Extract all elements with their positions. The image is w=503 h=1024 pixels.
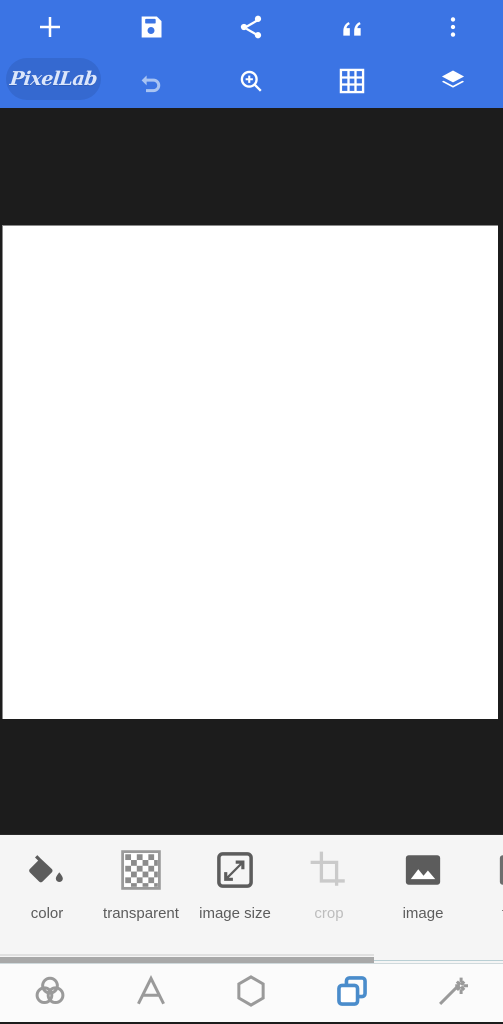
tool-image-size-label: image size — [199, 905, 271, 922]
bottom-navigation — [0, 963, 503, 1024]
tools-scrollbar[interactable] — [0, 956, 503, 963]
quote-icon — [339, 14, 365, 40]
tool-from[interactable]: from — [470, 847, 503, 922]
more-options-button[interactable] — [402, 0, 503, 54]
save-button[interactable] — [101, 0, 202, 54]
crop-icon — [308, 847, 350, 893]
tool-color-label: color — [30, 905, 64, 922]
overflow-menu-icon — [440, 14, 466, 40]
grid-icon — [338, 67, 366, 95]
tool-transparent[interactable]: transparent — [94, 847, 188, 922]
tools-strip[interactable]: color transparent image size crop image — [0, 834, 503, 956]
app-header: PixelLab — [0, 0, 503, 108]
header-row-primary — [0, 0, 503, 54]
layers-squares-icon — [334, 973, 370, 1014]
canvas-stage[interactable] — [0, 108, 503, 834]
plus-icon — [35, 12, 65, 42]
picture-icon — [402, 847, 444, 893]
tool-image-label: image — [402, 905, 444, 922]
resize-arrows-icon — [214, 847, 256, 893]
nav-item-effects[interactable] — [402, 964, 503, 1022]
letter-a-icon — [133, 973, 169, 1014]
tool-image-size[interactable]: image size — [188, 847, 282, 922]
quote-button[interactable] — [302, 0, 403, 54]
pixellab-logo[interactable]: PixelLab — [6, 58, 101, 100]
three-circles-icon — [32, 973, 68, 1014]
tools-row: color transparent image size crop image — [0, 835, 503, 945]
save-floppy-icon — [137, 13, 165, 41]
nav-item-background[interactable] — [302, 964, 403, 1022]
undo-button[interactable] — [101, 54, 202, 108]
tool-transparent-label: transparent — [103, 905, 179, 922]
scrollbar-thumb[interactable] — [0, 957, 374, 963]
share-button[interactable] — [201, 0, 302, 54]
pixellab-logo-label: PixelLab — [8, 68, 99, 90]
nav-item-text[interactable] — [101, 964, 202, 1022]
checkerboard-icon — [120, 847, 162, 893]
add-button[interactable] — [0, 0, 101, 54]
pixellab-editor-screen: PixelLab color transparent image size cr… — [0, 0, 503, 1024]
nav-item-shape[interactable] — [201, 964, 302, 1022]
zoom-in-button[interactable] — [201, 54, 302, 108]
layers-icon — [439, 67, 467, 95]
hexagon-icon — [233, 973, 269, 1014]
paint-bucket-icon — [27, 847, 67, 893]
tool-crop[interactable]: crop — [282, 847, 376, 922]
picture-icon — [496, 847, 503, 893]
scrollbar-rule — [374, 960, 503, 961]
layers-button[interactable] — [402, 54, 503, 108]
magic-wand-icon — [435, 973, 471, 1014]
tool-color[interactable]: color — [0, 847, 94, 922]
zoom-in-icon — [237, 67, 265, 95]
undo-icon — [136, 66, 166, 96]
tool-crop-label: crop — [314, 905, 344, 922]
image-canvas[interactable] — [2, 225, 498, 719]
share-icon — [237, 13, 265, 41]
nav-item-color-mixer[interactable] — [0, 964, 101, 1022]
tool-image[interactable]: image — [376, 847, 470, 922]
grid-button[interactable] — [302, 54, 403, 108]
